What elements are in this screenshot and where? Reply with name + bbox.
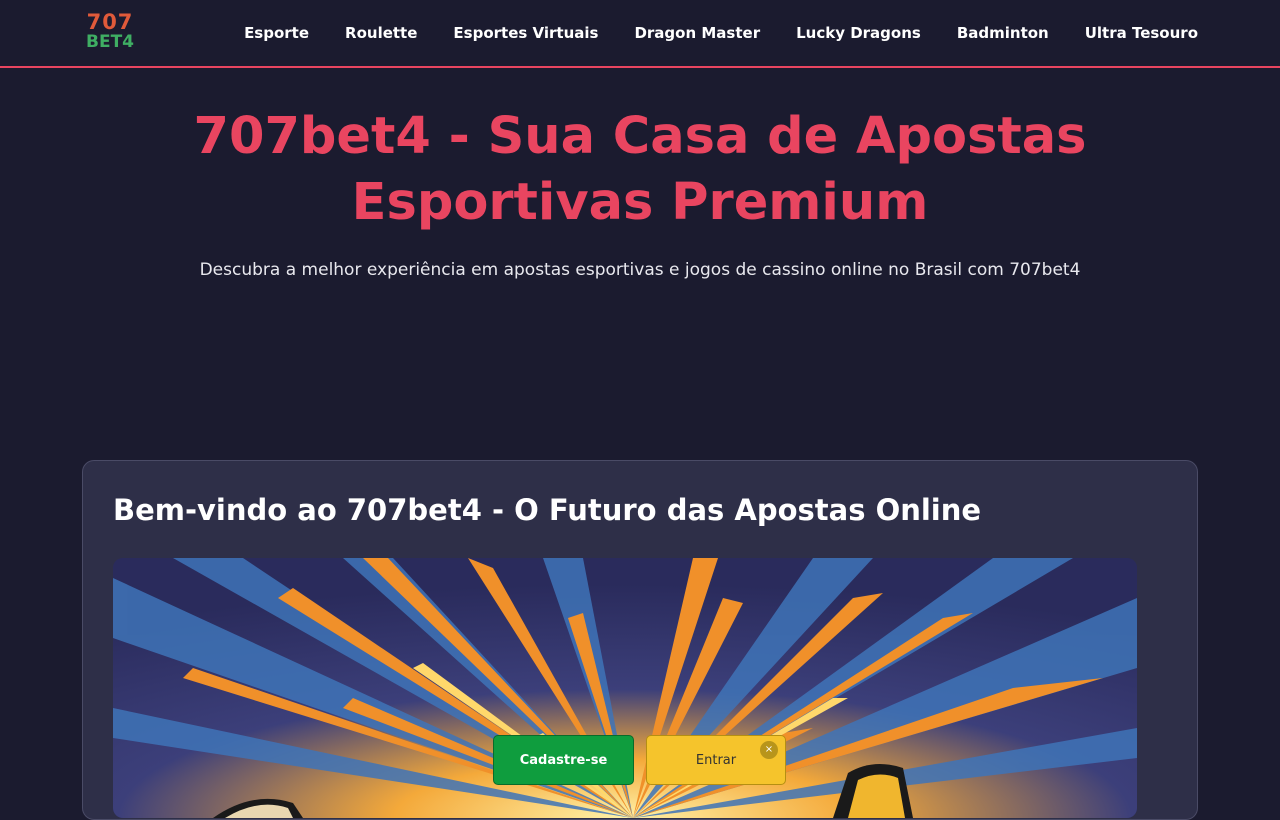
site-logo[interactable]: 707 BET4 [82,12,138,54]
logo-bottom-text: BET4 [86,32,134,52]
close-icon[interactable]: × [760,741,778,759]
site-header: 707 BET4 Esporte Roulette Esportes Virtu… [0,0,1280,68]
floating-cta-bar: Cadastre-se Entrar × [493,735,787,785]
nav-link-roulette[interactable]: Roulette [345,24,417,42]
nav-link-badminton[interactable]: Badminton [957,24,1049,42]
nav-link-esporte[interactable]: Esporte [244,24,309,42]
welcome-title: Bem-vindo ao 707bet4 - O Futuro das Apos… [113,493,982,527]
register-button[interactable]: Cadastre-se [493,735,634,785]
main-nav: Esporte Roulette Esportes Virtuais Drago… [244,0,1198,66]
nav-link-dragon-master[interactable]: Dragon Master [634,24,760,42]
nav-link-esportes-virtuais[interactable]: Esportes Virtuais [453,24,598,42]
nav-link-lucky-dragons[interactable]: Lucky Dragons [796,24,921,42]
nav-link-ultra-tesouro[interactable]: Ultra Tesouro [1085,24,1198,42]
hero-title: 707bet4 - Sua Casa de Apostas Esportivas… [193,107,1087,232]
logo-top-text: 707 [86,10,134,34]
hero-subtitle: Descubra a melhor experiência em apostas… [199,260,1081,280]
